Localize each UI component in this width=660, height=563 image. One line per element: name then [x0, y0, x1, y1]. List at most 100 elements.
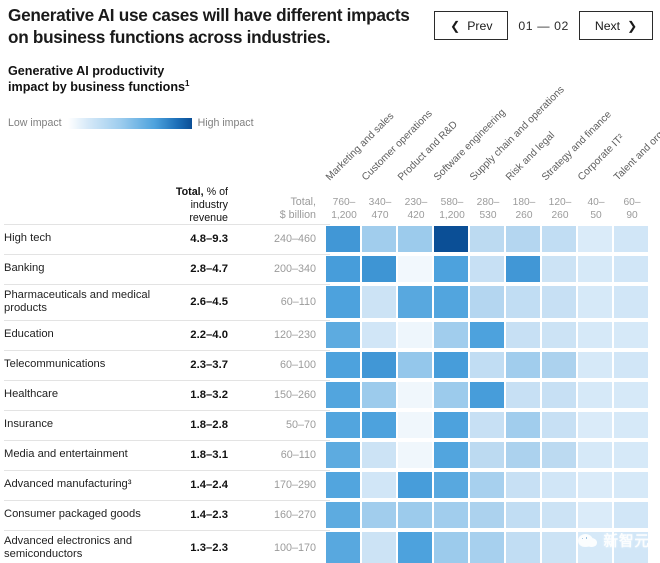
heatmap-cell[interactable] [614, 532, 648, 563]
heatmap-cell[interactable] [326, 352, 360, 378]
heatmap-cell[interactable] [362, 412, 396, 438]
heatmap-cell[interactable] [326, 256, 360, 282]
heatmap-cell[interactable] [362, 442, 396, 468]
heatmap-cell[interactable] [542, 226, 576, 252]
heatmap-cell[interactable] [542, 382, 576, 408]
heatmap-cell[interactable] [542, 322, 576, 348]
heatmap-cell[interactable] [614, 352, 648, 378]
table-row[interactable]: Advanced manufacturing³ 1.4–2.4 170–290 [0, 470, 660, 500]
heatmap-cell[interactable] [326, 442, 360, 468]
heatmap-cell[interactable] [470, 472, 504, 498]
heatmap-cell[interactable] [542, 502, 576, 528]
heatmap-cell[interactable] [398, 532, 432, 563]
heatmap-cell[interactable] [362, 322, 396, 348]
table-row[interactable]: Consumer packaged goods 1.4–2.3 160–270 [0, 500, 660, 530]
table-row[interactable]: Education 2.2–4.0 120–230 [0, 320, 660, 350]
heatmap-cell[interactable] [398, 352, 432, 378]
heatmap-cell[interactable] [578, 382, 612, 408]
heatmap-cell[interactable] [506, 322, 540, 348]
heatmap-cell[interactable] [362, 226, 396, 252]
heatmap-cell[interactable] [398, 322, 432, 348]
heatmap-cell[interactable] [398, 502, 432, 528]
heatmap-cell[interactable] [578, 412, 612, 438]
heatmap-cell[interactable] [614, 472, 648, 498]
table-row[interactable]: Healthcare 1.8–3.2 150–260 [0, 380, 660, 410]
heatmap-cell[interactable] [362, 502, 396, 528]
heatmap-cell[interactable] [470, 412, 504, 438]
heatmap-cell[interactable] [362, 532, 396, 563]
heatmap-cell[interactable] [542, 286, 576, 318]
heatmap-cell[interactable] [614, 382, 648, 408]
heatmap-cell[interactable] [470, 322, 504, 348]
heatmap-cell[interactable] [578, 352, 612, 378]
heatmap-cell[interactable] [326, 532, 360, 563]
heatmap-cell[interactable] [470, 286, 504, 318]
heatmap-cell[interactable] [470, 352, 504, 378]
heatmap-cell[interactable] [470, 382, 504, 408]
heatmap-cell[interactable] [542, 256, 576, 282]
heatmap-cell[interactable] [434, 322, 468, 348]
heatmap-cell[interactable] [398, 442, 432, 468]
heatmap-cell[interactable] [398, 226, 432, 252]
heatmap-cell[interactable] [614, 322, 648, 348]
heatmap-cell[interactable] [614, 502, 648, 528]
heatmap-cell[interactable] [434, 382, 468, 408]
next-button[interactable]: Next ❯ [579, 11, 653, 40]
heatmap-cell[interactable] [506, 352, 540, 378]
prev-button[interactable]: ❮ Prev [434, 11, 509, 40]
heatmap-cell[interactable] [578, 286, 612, 318]
heatmap-cell[interactable] [434, 226, 468, 252]
heatmap-cell[interactable] [542, 412, 576, 438]
heatmap-cell[interactable] [326, 472, 360, 498]
heatmap-cell[interactable] [578, 226, 612, 252]
heatmap-cell[interactable] [398, 382, 432, 408]
heatmap-cell[interactable] [614, 256, 648, 282]
heatmap-cell[interactable] [326, 502, 360, 528]
heatmap-cell[interactable] [578, 256, 612, 282]
heatmap-cell[interactable] [578, 532, 612, 563]
heatmap-cell[interactable] [434, 502, 468, 528]
heatmap-cell[interactable] [326, 322, 360, 348]
heatmap-cell[interactable] [362, 352, 396, 378]
heatmap-cell[interactable] [614, 286, 648, 318]
heatmap-cell[interactable] [578, 502, 612, 528]
heatmap-cell[interactable] [578, 322, 612, 348]
table-row[interactable]: Insurance 1.8–2.8 50–70 [0, 410, 660, 440]
heatmap-cell[interactable] [506, 286, 540, 318]
table-row[interactable]: Media and entertainment 1.8–3.1 60–110 [0, 440, 660, 470]
heatmap-cell[interactable] [434, 286, 468, 318]
heatmap-cell[interactable] [434, 532, 468, 563]
table-row[interactable]: Telecommunications 2.3–3.7 60–100 [0, 350, 660, 380]
table-row[interactable]: Banking 2.8–4.7 200–340 [0, 254, 660, 284]
heatmap-cell[interactable] [362, 472, 396, 498]
heatmap-cell[interactable] [578, 472, 612, 498]
heatmap-cell[interactable] [470, 442, 504, 468]
heatmap-cell[interactable] [506, 442, 540, 468]
heatmap-cell[interactable] [506, 226, 540, 252]
table-row[interactable]: Pharmaceuticals and medical products 2.6–… [0, 284, 660, 320]
heatmap-cell[interactable] [398, 286, 432, 318]
heatmap-cell[interactable] [326, 412, 360, 438]
heatmap-cell[interactable] [542, 472, 576, 498]
heatmap-cell[interactable] [434, 442, 468, 468]
heatmap-cell[interactable] [470, 256, 504, 282]
heatmap-cell[interactable] [434, 352, 468, 378]
heatmap-cell[interactable] [506, 502, 540, 528]
heatmap-cell[interactable] [470, 532, 504, 563]
heatmap-cell[interactable] [326, 286, 360, 318]
table-row[interactable]: Advanced electronics and semiconductors 1… [0, 530, 660, 563]
heatmap-cell[interactable] [470, 226, 504, 252]
heatmap-cell[interactable] [362, 382, 396, 408]
heatmap-cell[interactable] [434, 472, 468, 498]
table-row[interactable]: High tech 4.8–9.3 240–460 [0, 224, 660, 254]
heatmap-cell[interactable] [398, 412, 432, 438]
heatmap-cell[interactable] [362, 256, 396, 282]
heatmap-cell[interactable] [506, 412, 540, 438]
heatmap-cell[interactable] [398, 256, 432, 282]
heatmap-cell[interactable] [578, 442, 612, 468]
heatmap-cell[interactable] [542, 352, 576, 378]
heatmap-cell[interactable] [506, 532, 540, 563]
heatmap-cell[interactable] [326, 382, 360, 408]
heatmap-cell[interactable] [542, 532, 576, 563]
heatmap-cell[interactable] [434, 256, 468, 282]
